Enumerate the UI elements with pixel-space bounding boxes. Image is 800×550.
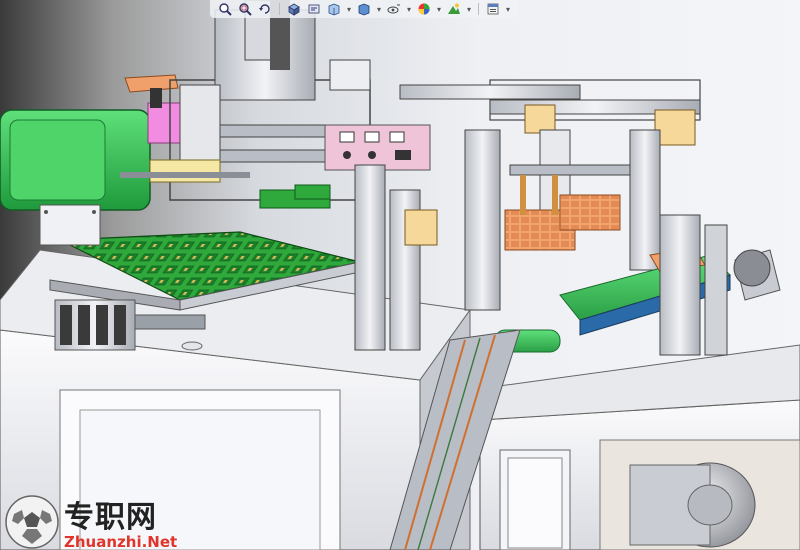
chevron-down-icon[interactable]: ▾: [375, 1, 383, 17]
support-column: [464, 129, 501, 311]
zoom-to-area-icon[interactable]: [236, 1, 254, 17]
site-watermark: 专职网 Zhuanzhi.Net: [4, 492, 184, 550]
watermark-site-text: Zhuanzhi.Net: [64, 533, 178, 550]
view-orientation-icon[interactable]: [325, 1, 343, 17]
dynamic-annotation-icon[interactable]: [305, 1, 323, 17]
apply-scene-icon[interactable]: [445, 1, 463, 17]
right-cabinet: [469, 344, 800, 550]
frame-leg: [659, 214, 701, 356]
sensor-puck: [181, 341, 203, 351]
zoom-to-fit-icon[interactable]: [216, 1, 234, 17]
watermark-chinese-text: 专职网: [64, 500, 157, 535]
view-settings-icon[interactable]: [484, 1, 502, 17]
pcb-board: [294, 184, 331, 200]
previous-view-icon[interactable]: [256, 1, 274, 17]
hide-show-items-icon[interactable]: [385, 1, 403, 17]
chevron-down-icon[interactable]: ▾: [465, 1, 473, 17]
chevron-down-icon[interactable]: ▾: [345, 1, 353, 17]
support-column: [354, 164, 386, 351]
edit-appearance-icon[interactable]: [415, 1, 433, 17]
frame-leg: [704, 224, 728, 356]
assembly-model-render[interactable]: [0, 0, 800, 550]
chevron-down-icon[interactable]: ▾: [504, 1, 512, 17]
display-style-icon[interactable]: [355, 1, 373, 17]
chevron-down-icon[interactable]: ▾: [405, 1, 413, 17]
control-panel: [324, 124, 431, 171]
cable-carrier: [150, 88, 162, 108]
right-gantry: [399, 79, 701, 271]
clamp-block: [404, 209, 438, 246]
section-view-icon[interactable]: [285, 1, 303, 17]
heads-up-view-toolbar: ▾ ▾ ▾ ▾ ▾ ▾: [210, 0, 518, 18]
graphics-area[interactable]: ▾ ▾ ▾ ▾ ▾ ▾ 专职网 Zhuanzhi.Net: [0, 0, 800, 550]
soccer-ball-logo-icon: [5, 495, 59, 549]
chevron-down-icon[interactable]: ▾: [435, 1, 443, 17]
